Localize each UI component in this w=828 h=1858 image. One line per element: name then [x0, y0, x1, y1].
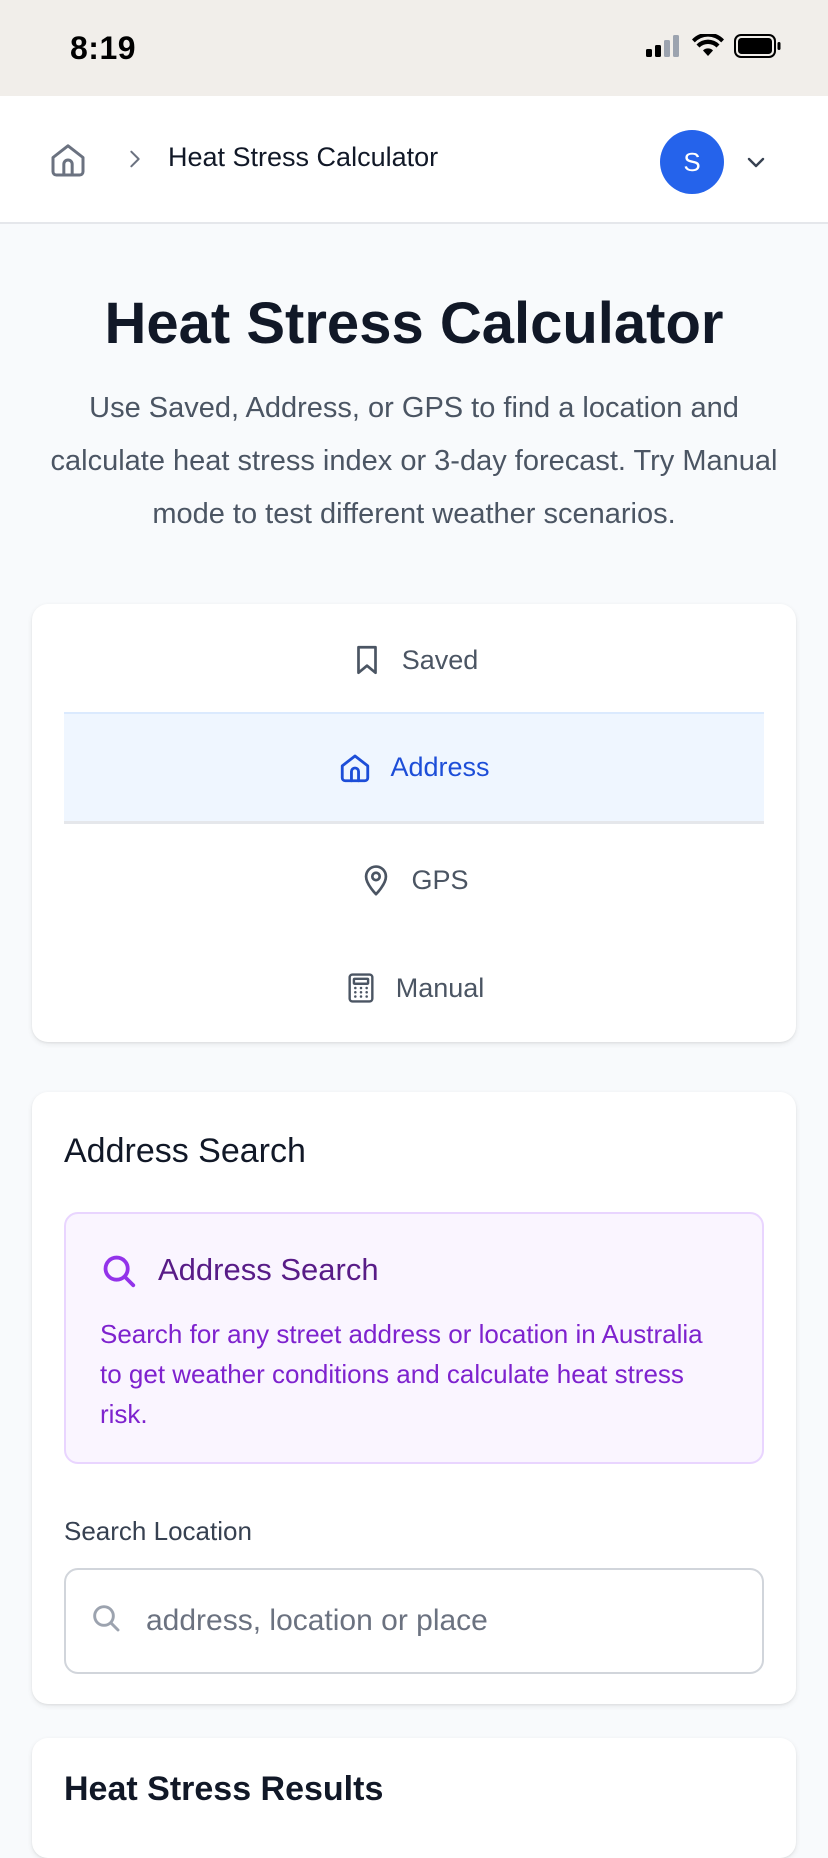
signal-icon — [646, 35, 679, 57]
tab-label: Saved — [401, 644, 479, 675]
user-avatar[interactable]: S — [660, 130, 724, 194]
bookmark-icon — [356, 645, 377, 675]
page-description: Use Saved, Address, or GPS to find a loc… — [50, 392, 778, 530]
map-pin-icon — [365, 865, 388, 896]
info-text: Search for any street address or locatio… — [100, 1319, 703, 1429]
home-icon[interactable] — [48, 140, 88, 180]
location-mode-selector: Saved Address GPS Manual — [32, 604, 796, 1042]
tab-gps[interactable]: GPS — [64, 826, 764, 934]
chevron-down-icon[interactable] — [744, 150, 768, 174]
address-search-card: Address Search Address Search Search for… — [32, 1092, 796, 1704]
app-header: Heat Stress Calculator S — [0, 96, 828, 224]
tab-address[interactable]: Address — [64, 712, 764, 824]
status-time: 8:19 — [70, 30, 137, 66]
tab-saved[interactable]: Saved — [64, 606, 764, 714]
status-bar: 8:19 — [0, 0, 828, 96]
tab-label: Address — [390, 752, 490, 782]
tab-manual[interactable]: Manual — [64, 934, 764, 1042]
tab-label: GPS — [411, 864, 469, 895]
search-input[interactable] — [146, 1570, 746, 1672]
search-location-label: Search Location — [64, 1516, 252, 1546]
page-title: Heat Stress Calculator — [104, 291, 724, 356]
breadcrumb-current: Heat Stress Calculator — [168, 142, 439, 172]
section-heading: Address Search — [64, 1132, 306, 1170]
calculator-icon — [348, 973, 374, 1003]
battery-icon — [734, 34, 781, 58]
tab-label: Manual — [395, 972, 485, 1003]
search-icon — [103, 1255, 136, 1288]
status-icons — [646, 34, 782, 58]
info-title: Address Search — [158, 1252, 379, 1287]
heat-stress-results-card: Heat Stress Results — [32, 1738, 796, 1858]
chevron-right-icon — [130, 150, 140, 168]
home-icon — [341, 754, 370, 782]
info-callout: Address Search Search for any street add… — [64, 1212, 764, 1464]
results-heading: Heat Stress Results — [64, 1770, 384, 1808]
search-input-container[interactable] — [64, 1568, 764, 1674]
wifi-icon — [692, 34, 724, 56]
search-icon — [93, 1605, 120, 1632]
